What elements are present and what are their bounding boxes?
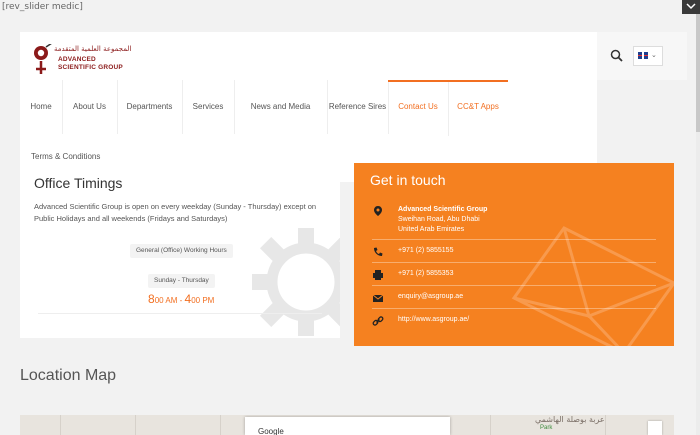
logo-arabic-text: المجموعة العلمية المتقدمة [54, 45, 132, 53]
map-park-label: Park [540, 425, 553, 431]
contact-divider [372, 262, 656, 263]
site-header: المجموعة العلمية المتقدمة ADVANCED SCIEN… [20, 32, 597, 182]
open-suffix: 00 AM [154, 296, 178, 305]
nav-reference-sires[interactable]: Reference Sires [327, 80, 389, 134]
site-logo[interactable]: المجموعة العلمية المتقدمة ADVANCED SCIEN… [30, 44, 150, 78]
map-brand: Google [258, 427, 284, 435]
link-icon [372, 316, 384, 326]
map-pin-icon [374, 206, 382, 216]
working-days-badge: Sunday - Thursday [148, 274, 215, 288]
logo-line2: SCIENTIFIC GROUP [58, 64, 123, 71]
fax-icon [373, 270, 383, 280]
search-icon [610, 49, 623, 62]
timings-divider [38, 313, 322, 314]
contact-card: Get in touch Advanced Scientific Group S… [354, 163, 674, 346]
contact-website[interactable]: http://www.asgroup.ae/ [398, 315, 469, 325]
language-selector[interactable]: ⌄ [633, 46, 663, 66]
nav-terms-conditions[interactable]: Terms & Conditions [31, 152, 100, 161]
search-button[interactable] [609, 48, 625, 64]
map-road [220, 415, 221, 435]
nav-news-and-media[interactable]: News and Media [234, 80, 328, 134]
location-map-title: Location Map [20, 367, 117, 384]
contact-divider [372, 308, 656, 309]
contact-address-line1: Sweihan Road, Abu Dhabi [398, 216, 480, 223]
map-label: عربة بوصلة الهاشمي [535, 415, 605, 424]
nav-home[interactable]: Home [20, 80, 63, 134]
location-map[interactable]: Google عربة بوصلة الهاشمي Park [20, 415, 674, 435]
contact-company: Advanced Scientific Group [398, 206, 488, 213]
page-scrollbar-thumb[interactable] [696, 14, 700, 132]
open-hour: 8 [148, 292, 155, 306]
contact-phone[interactable]: +971 (2) 5855155 [398, 246, 453, 256]
contact-divider [372, 285, 656, 286]
working-hours-badge: General (Office) Working Hours [130, 244, 233, 258]
map-road [60, 415, 61, 435]
map-road [490, 415, 491, 435]
nav-cct-apps[interactable]: CC&T Apps [448, 80, 508, 136]
header-tools: ⌄ [597, 32, 687, 80]
logo-line1: ADVANCED [58, 56, 96, 63]
nav-about-us[interactable]: About Us [62, 80, 118, 134]
chevron-down-icon: ⌄ [651, 52, 657, 59]
logo-mark-icon [34, 44, 52, 74]
envelope-icon [511, 226, 674, 346]
shortcode-text: [rev_slider medic] [2, 2, 83, 12]
map-fullscreen-button[interactable] [648, 421, 662, 435]
contact-email[interactable]: enquiry@asgroup.ae [398, 292, 463, 302]
uk-flag-icon [638, 52, 648, 59]
office-timings-card: Office Timings Advanced Scientific Group… [20, 170, 340, 338]
chevron-down-icon [686, 3, 696, 10]
working-hours-range: 800 AM - 400 PM [148, 292, 214, 306]
office-timings-title: Office Timings [34, 175, 123, 191]
contact-divider [372, 239, 656, 240]
hours-dash: - [179, 296, 183, 305]
map-road [605, 415, 606, 435]
nav-services[interactable]: Services [182, 80, 235, 134]
nav-contact-us[interactable]: Contact Us [388, 80, 449, 136]
email-icon [372, 294, 384, 302]
contact-fax: +971 (2) 5855353 [398, 270, 454, 277]
map-road [135, 415, 136, 435]
contact-title: Get in touch [370, 172, 446, 188]
gear-icon [252, 228, 340, 336]
corner-toggle[interactable] [682, 0, 700, 14]
map-info-window[interactable]: Google [245, 417, 450, 435]
phone-icon [374, 247, 383, 256]
contact-address-line2: United Arab Emirates [398, 226, 465, 233]
nav-departments[interactable]: Departments [117, 80, 183, 134]
main-nav: Home About Us Departments Services News … [20, 80, 597, 136]
close-suffix: 00 PM [191, 296, 215, 305]
